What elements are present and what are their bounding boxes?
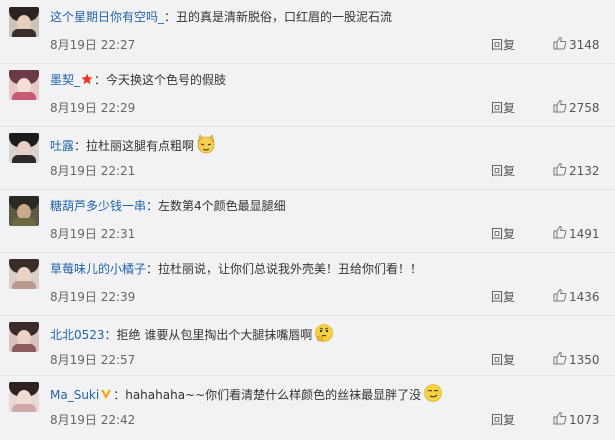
avatar[interactable] [9,382,39,412]
like-count: 2758 [569,100,600,115]
thumbs-up-icon [553,351,567,368]
reply-button[interactable]: 回复 [491,225,515,242]
comment-item: 草莓味儿的小橘子：拉杜丽说，让你们总说我外壳美！丑给你们看！！ 8月19日 22:… [0,255,615,317]
thumbs-up-icon [553,162,567,179]
username-link[interactable]: 草莓味儿的小橘子 [50,262,146,276]
username-link[interactable]: 墨契_ [50,73,80,87]
comment-date: 8月19日 22:31 [50,227,136,241]
comment-list: 这个星期日你有空吗_：丑的真是清新脱俗，口红眉的一股泥石流 8月19日 22:27… [0,0,615,433]
reply-button[interactable]: 回复 [491,411,515,428]
comment-item: 这个星期日你有空吗_：丑的真是清新脱俗，口红眉的一股泥石流 8月19日 22:27… [0,3,615,65]
avatar[interactable] [9,322,39,352]
comment-text: ：拉杜丽说，让你们总说我外壳美！丑给你们看！！ [146,262,423,276]
comment-text-line: 糖葫芦多少钱一串：左数第4个颜色最显腿细 [50,197,286,215]
username-link[interactable]: 这个星期日你有空吗_ [50,10,164,24]
comment-date: 8月19日 22:21 [50,164,136,178]
thumbs-up-icon [553,225,567,242]
username-link[interactable]: Ma_Suki [50,388,99,402]
reply-button[interactable]: 回复 [491,351,515,368]
username-link[interactable]: 北北0523 [50,328,105,342]
like-count: 1073 [569,412,600,427]
comment-item: 吐露：拉杜丽这腿有点粗啊 8月19日 22:21 回复 2132 [0,129,615,191]
avatar[interactable] [9,259,39,289]
comment-item: Ma_Suki ：hahahaha~~你们看清楚什么样颜色的丝袜最显胖了没 8月19… [0,378,615,440]
divider [0,189,615,190]
comment-item: 糖葫芦多少钱一串：左数第4个颜色最显腿细 8月19日 22:31 回复 1491 [0,192,615,254]
comment-date: 8月19日 22:39 [50,290,136,304]
avatar[interactable] [9,70,39,100]
comment-text: ：拉杜丽这腿有点粗啊 [74,139,195,153]
like-count: 1436 [569,289,600,304]
thumbs-up-icon [553,99,567,116]
divider [0,126,615,127]
comment-text-line: 这个星期日你有空吗_：丑的真是清新脱俗，口红眉的一股泥石流 [50,8,392,26]
thumbs-up-icon [553,411,567,428]
comment-text: ：hahahaha~~你们看清楚什么样颜色的丝袜最显胖了没 [113,388,422,402]
like-button[interactable]: 3148 [553,36,600,53]
like-button[interactable]: 1491 [553,225,600,242]
comment-text: ：今天换这个色号的假肢 [94,73,227,87]
comment-date: 8月19日 22:29 [50,101,136,115]
comment-text: ：左数第4个颜色最显腿细 [146,199,286,213]
star-badge-icon [80,73,94,87]
reply-button[interactable]: 回复 [491,36,515,53]
comment-text: ：拒绝 谁要从包里掏出个大腿抹嘴唇啊 [104,328,313,342]
divider [0,63,615,64]
thumbs-up-icon [553,288,567,305]
verified-v-icon [99,388,113,402]
smirk-emoji-icon [421,384,443,402]
comment-text: ：丑的真是清新脱俗，口红眉的一股泥石流 [164,10,393,24]
divider [0,375,615,376]
username-link[interactable]: 吐露 [50,139,74,153]
avatar[interactable] [9,7,39,37]
like-button[interactable]: 1350 [553,351,600,368]
like-button[interactable]: 1073 [553,411,600,428]
reply-button[interactable]: 回复 [491,99,515,116]
comment-date: 8月19日 22:42 [50,413,136,427]
thinking-emoji-icon [312,324,334,342]
divider [0,252,615,253]
like-button[interactable]: 1436 [553,288,600,305]
reply-button[interactable]: 回复 [491,288,515,305]
comment-text-line: 吐露：拉杜丽这腿有点粗啊 [50,134,216,155]
like-count: 3148 [569,37,600,52]
avatar[interactable] [9,133,39,163]
reply-button[interactable]: 回复 [491,162,515,179]
comment-item: 墨契_ ：今天换这个色号的假肢 8月19日 22:29 回复 2758 [0,66,615,128]
like-count: 2132 [569,163,600,178]
like-button[interactable]: 2758 [553,99,600,116]
like-count: 1491 [569,226,600,241]
comment-item: 北北0523：拒绝 谁要从包里掏出个大腿抹嘴唇啊 8月19日 22:57 回复 135… [0,318,615,380]
thumbs-up-icon [553,36,567,53]
like-count: 1350 [569,352,600,367]
comment-text-line: Ma_Suki ：hahahaha~~你们看清楚什么样颜色的丝袜最显胖了没 [50,383,443,404]
like-button[interactable]: 2132 [553,162,600,179]
comment-text-line: 草莓味儿的小橘子：拉杜丽说，让你们总说我外壳美！丑给你们看！！ [50,260,422,278]
comment-date: 8月19日 22:27 [50,38,136,52]
username-link[interactable]: 糖葫芦多少钱一串 [50,199,146,213]
cat-emoji-icon [194,134,216,154]
comment-text-line: 北北0523：拒绝 谁要从包里掏出个大腿抹嘴唇啊 [50,323,334,344]
comment-text-line: 墨契_ ：今天换这个色号的假肢 [50,71,226,89]
divider [0,315,615,316]
comment-date: 8月19日 22:57 [50,353,136,367]
avatar[interactable] [9,196,39,226]
